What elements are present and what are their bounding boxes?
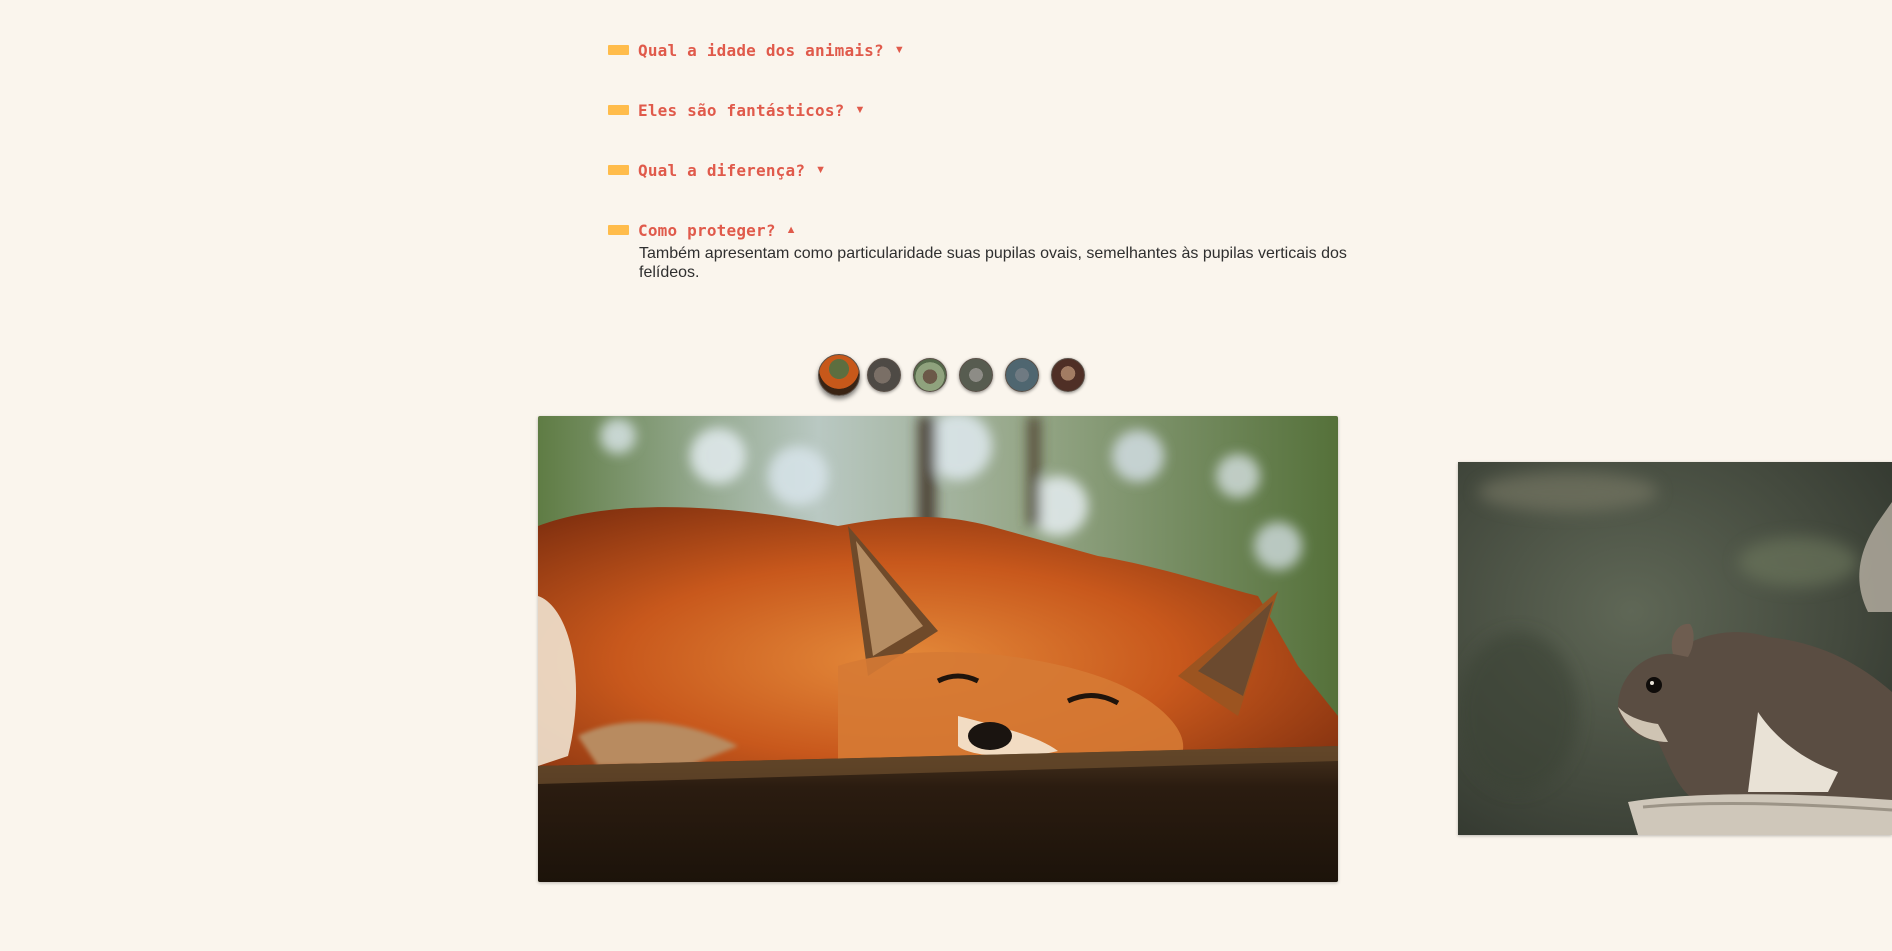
faq-item-fantastic: Eles são fantásticos? ▼ <box>608 96 1368 124</box>
faq-list: Qual a idade dos animais? ▼ Eles são fan… <box>608 36 1368 282</box>
faq-question-age[interactable]: Qual a idade dos animais? ▼ <box>608 36 1368 64</box>
owl-thumbnail[interactable] <box>1005 358 1039 392</box>
fox-thumbnail[interactable] <box>818 354 860 396</box>
squirrel-photo <box>1458 462 1892 835</box>
faq-marker-icon <box>608 225 629 235</box>
caret-up-icon: ▲ <box>785 224 797 236</box>
wolf-thumbnail[interactable] <box>959 358 993 392</box>
caret-down-icon: ▼ <box>893 44 905 56</box>
bear-thumbnail[interactable] <box>913 358 947 392</box>
squirrel-photo-illustration <box>1458 462 1892 835</box>
fox-photo-illustration <box>538 416 1338 882</box>
faq-question-text: Qual a diferença? <box>638 160 806 180</box>
faq-question-text: Qual a idade dos animais? <box>638 40 884 60</box>
gallery-thumbnails <box>818 354 1097 396</box>
faq-question-difference[interactable]: Qual a diferença? ▼ <box>608 156 1368 184</box>
faq-question-text: Eles são fantásticos? <box>638 100 845 120</box>
faq-marker-icon <box>608 105 629 115</box>
faq-item-difference: Qual a diferença? ▼ <box>608 156 1368 184</box>
faq-marker-icon <box>608 45 629 55</box>
squirrel-thumbnail[interactable] <box>867 358 901 392</box>
faq-item-age: Qual a idade dos animais? ▼ <box>608 36 1368 64</box>
faq-item-protect: Como proteger? ▲ Também apresentam como … <box>608 216 1368 282</box>
monkey-thumbnail[interactable] <box>1051 358 1085 392</box>
faq-answer-protect: Também apresentam como particularidade s… <box>639 245 1347 281</box>
faq-question-fantastic[interactable]: Eles são fantásticos? ▼ <box>608 96 1368 124</box>
caret-down-icon: ▼ <box>854 104 866 116</box>
faq-question-text: Como proteger? <box>638 220 776 240</box>
faq-marker-icon <box>608 165 629 175</box>
caret-down-icon: ▼ <box>815 164 827 176</box>
faq-question-protect[interactable]: Como proteger? ▲ <box>608 216 1368 244</box>
fox-photo <box>538 416 1338 882</box>
